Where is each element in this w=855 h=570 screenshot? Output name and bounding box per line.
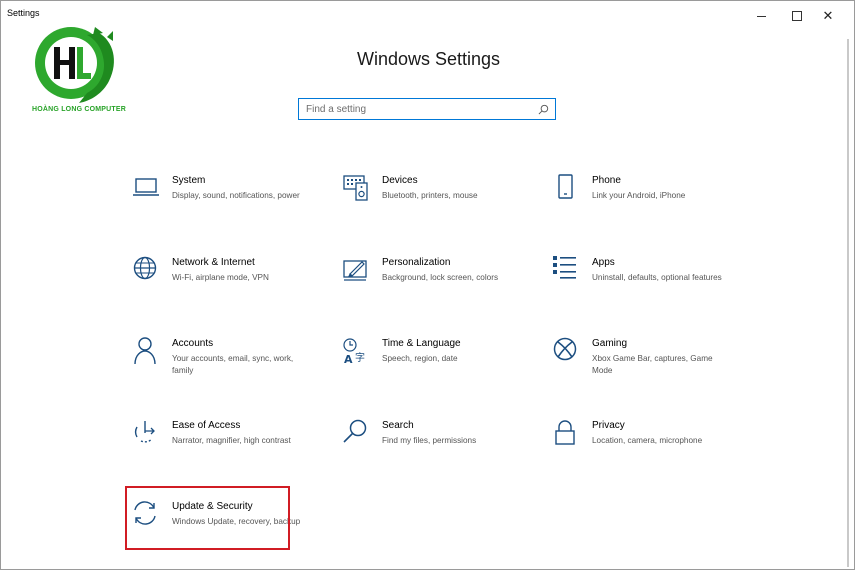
logo-text: HOÀNG LONG COMPUTER (32, 106, 127, 113)
tile-phone[interactable]: Phone Link your Android, iPhone (552, 174, 752, 236)
tile-description: Narrator, magnifier, high contrast (172, 436, 291, 445)
tile-accounts[interactable]: Accounts Your accounts, email, sync, wor… (132, 337, 332, 399)
tile-title: Devices (382, 175, 418, 186)
ease-of-access-icon (132, 419, 160, 447)
tile-title: System (172, 175, 206, 186)
tile-description: Speech, region, date (382, 354, 458, 363)
tile-title: Personalization (382, 257, 451, 268)
svg-text:字: 字 (355, 351, 365, 364)
tile-description: Find my files, permissions (382, 436, 477, 445)
tile-title: Time & Language (382, 338, 461, 349)
tile-title: Accounts (172, 338, 214, 349)
search-icon (538, 104, 549, 115)
settings-window: Settings ✕ HOÀNG LONG COMPUTER Windows S… (0, 0, 855, 570)
tile-title: Ease of Access (172, 420, 241, 431)
tile-title: Gaming (592, 338, 628, 349)
close-icon: ✕ (822, 8, 834, 23)
tile-search[interactable]: Search Find my files, permissions (342, 419, 542, 481)
globe-icon (132, 256, 160, 284)
minimize-icon (756, 15, 766, 17)
time-language-icon: A字 (342, 337, 370, 366)
search-icon (342, 419, 370, 447)
tile-description: Xbox Game Bar, captures, Game Mode (592, 354, 713, 375)
maximize-icon (792, 11, 802, 21)
svg-text:A: A (344, 353, 353, 365)
tile-ease-of-access[interactable]: Ease of Access Narrator, magnifier, high… (132, 419, 332, 481)
tile-title: Update & Security (172, 501, 253, 512)
search-input[interactable] (306, 102, 526, 117)
close-button[interactable]: ✕ (809, 1, 847, 31)
tile-description: Wi-Fi, airplane mode, VPN (172, 273, 269, 282)
window-title: Settings (7, 8, 40, 18)
sync-icon (132, 500, 160, 528)
apps-list-icon (552, 256, 580, 284)
tile-network-internet[interactable]: Network & Internet Wi-Fi, airplane mode,… (132, 256, 332, 318)
tile-description: Display, sound, notifications, power (172, 191, 300, 200)
tile-update-security[interactable]: Update & Security Windows Update, recove… (132, 500, 332, 562)
tile-description: Bluetooth, printers, mouse (382, 191, 478, 200)
tile-description: Link your Android, iPhone (592, 191, 686, 200)
tile-apps[interactable]: Apps Uninstall, defaults, optional featu… (552, 256, 752, 318)
tile-title: Network & Internet (172, 257, 255, 268)
tile-privacy[interactable]: Privacy Location, camera, microphone (552, 419, 752, 481)
tile-description: Your accounts, email, sync, work, family (172, 354, 294, 375)
tile-title: Search (382, 420, 414, 431)
phone-icon (552, 174, 580, 202)
tile-personalization[interactable]: Personalization Background, lock screen,… (342, 256, 542, 318)
title-bar[interactable]: Settings ✕ (1, 1, 854, 31)
scrollbar[interactable] (847, 39, 849, 567)
tile-gaming[interactable]: Gaming Xbox Game Bar, captures, Game Mod… (552, 337, 752, 399)
devices-icon (342, 174, 370, 202)
tile-description: Windows Update, recovery, backup (172, 517, 301, 526)
page-title: Windows Settings (356, 49, 501, 69)
tile-description: Background, lock screen, colors (382, 273, 499, 282)
tile-title: Privacy (592, 420, 625, 431)
lock-icon (552, 419, 580, 447)
tile-description: Uninstall, defaults, optional features (592, 273, 722, 282)
tile-system[interactable]: System Display, sound, notifications, po… (132, 174, 332, 236)
tile-title: Phone (592, 175, 621, 186)
laptop-icon (132, 174, 160, 202)
search-box[interactable] (298, 98, 556, 120)
person-icon (132, 337, 160, 365)
tile-description: Location, camera, microphone (592, 436, 703, 445)
tile-devices[interactable]: Devices Bluetooth, printers, mouse (342, 174, 542, 236)
tile-title: Apps (592, 257, 615, 268)
paint-icon (342, 256, 370, 284)
xbox-icon (552, 337, 580, 365)
minimize-button[interactable] (742, 1, 780, 31)
tile-time-language[interactable]: A字 Time & Language Speech, region, date (342, 337, 542, 399)
